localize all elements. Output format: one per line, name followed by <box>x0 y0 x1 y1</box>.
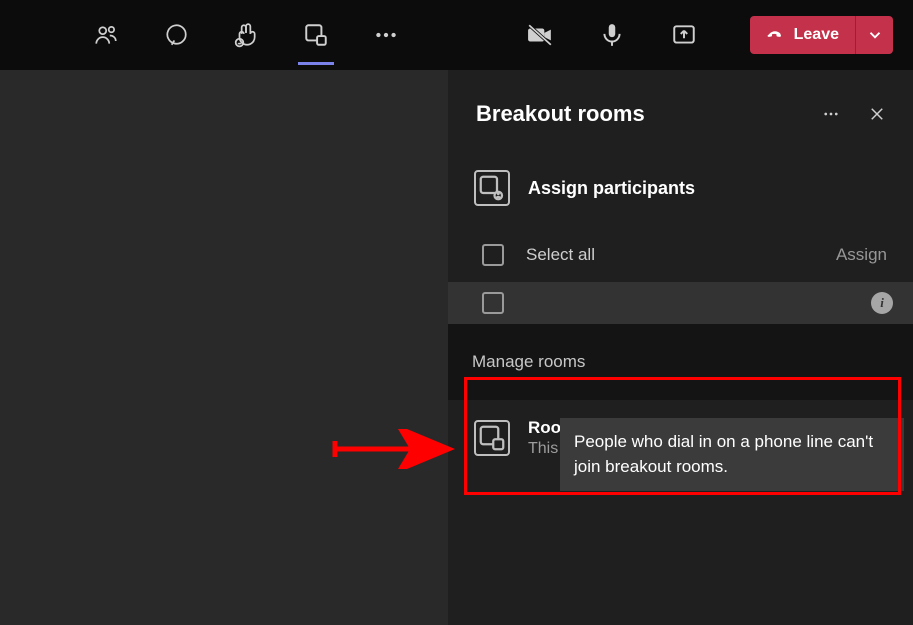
leave-button[interactable]: Leave <box>750 16 855 54</box>
info-icon[interactable]: i <box>871 292 893 314</box>
leave-dropdown[interactable] <box>855 16 893 54</box>
people-icon[interactable] <box>90 11 122 59</box>
assign-header-label: Assign participants <box>528 178 695 199</box>
meeting-toolbar: Leave <box>0 0 913 70</box>
video-stage <box>0 70 448 625</box>
more-icon[interactable] <box>370 11 402 59</box>
mic-icon[interactable] <box>596 11 628 59</box>
breakout-panel: Breakout rooms <box>448 70 913 625</box>
toolbar-left <box>90 11 402 59</box>
panel-header: Breakout rooms <box>448 70 913 170</box>
leave-button-group: Leave <box>750 16 893 54</box>
assign-header: Assign participants <box>448 170 913 236</box>
panel-title: Breakout rooms <box>476 101 815 127</box>
select-all-checkbox[interactable] <box>482 244 504 266</box>
annotation-arrow <box>330 429 460 469</box>
panel-more-icon[interactable] <box>815 98 847 130</box>
participant-row-disabled: i <box>448 282 913 324</box>
participant-checkbox[interactable] <box>482 292 504 314</box>
select-all-row: Select all Assign <box>448 236 913 282</box>
assign-button[interactable]: Assign <box>836 245 887 265</box>
leave-label: Leave <box>794 26 839 44</box>
info-tooltip: People who dial in on a phone line can't… <box>560 418 904 491</box>
manage-rooms-row[interactable]: Manage rooms <box>448 324 913 400</box>
share-icon[interactable] <box>668 11 700 59</box>
room-icon <box>474 420 510 456</box>
toolbar-right: Leave <box>524 11 893 59</box>
manage-rooms-label: Manage rooms <box>472 352 585 372</box>
assign-participants-icon <box>474 170 510 206</box>
breakout-rooms-icon[interactable] <box>300 11 332 59</box>
main: Breakout rooms <box>0 70 913 625</box>
reactions-icon[interactable] <box>230 11 262 59</box>
select-all-label: Select all <box>526 245 595 265</box>
camera-off-icon[interactable] <box>524 11 556 59</box>
chat-icon[interactable] <box>160 11 192 59</box>
close-icon[interactable] <box>861 98 893 130</box>
